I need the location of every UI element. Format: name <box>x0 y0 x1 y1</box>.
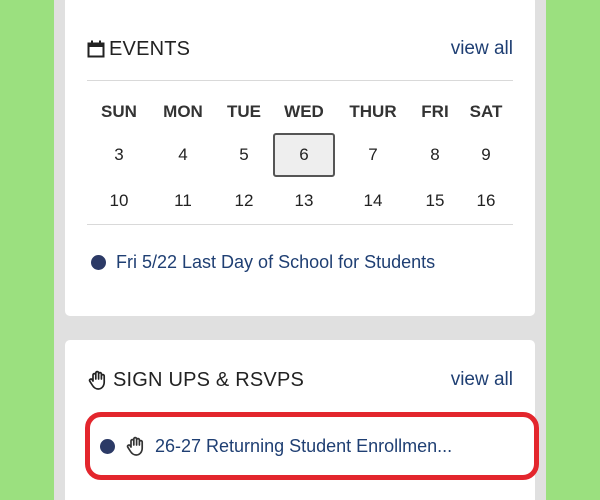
calendar-icon <box>87 40 105 58</box>
signups-header: SIGN UPS & RSVPS view all <box>87 360 513 400</box>
events-view-all-link[interactable]: view all <box>451 38 513 60</box>
day-header-sat: SAT <box>469 102 503 121</box>
calendar-day[interactable]: 13 <box>273 191 335 211</box>
sidebar-column: EVENTS view all SUN MON TUE WED THUR FRI… <box>54 0 546 500</box>
day-header-sun: SUN <box>101 102 137 121</box>
calendar-day[interactable]: 15 <box>411 191 459 211</box>
calendar-week-row-2: 10 11 12 13 14 15 16 <box>87 178 513 224</box>
day-header-mon: MON <box>163 102 203 121</box>
events-title-text: EVENTS <box>109 37 191 60</box>
signups-title-text: SIGN UPS & RSVPS <box>113 368 305 391</box>
day-header-fri: FRI <box>421 102 449 121</box>
calendar-day[interactable]: 8 <box>411 145 459 165</box>
calendar-day[interactable]: 9 <box>459 145 513 165</box>
signup-list-item[interactable]: 26-27 Returning Student Enrollmen... <box>85 412 539 480</box>
signups-view-all-link[interactable]: view all <box>451 369 513 391</box>
calendar-day[interactable]: 12 <box>215 191 273 211</box>
calendar-week: SUN MON TUE WED THUR FRI SAT 3 4 5 6 7 8… <box>87 92 513 224</box>
calendar-day-headers: SUN MON TUE WED THUR FRI SAT <box>87 92 513 132</box>
events-divider-bottom <box>87 224 513 225</box>
events-card: EVENTS view all SUN MON TUE WED THUR FRI… <box>65 0 535 316</box>
calendar-day[interactable]: 3 <box>87 145 151 165</box>
calendar-day[interactable]: 4 <box>151 145 215 165</box>
calendar-day[interactable]: 14 <box>335 191 411 211</box>
calendar-day[interactable]: 5 <box>215 145 273 165</box>
events-header: EVENTS view all <box>87 29 513 69</box>
hand-icon <box>125 435 147 457</box>
day-header-thur: THUR <box>349 102 397 121</box>
calendar-day[interactable]: 10 <box>87 191 151 211</box>
bullet-dot-icon <box>91 255 106 270</box>
events-divider-top <box>87 80 513 81</box>
day-header-wed: WED <box>284 102 324 121</box>
hand-icon <box>87 369 109 391</box>
event-list-item[interactable]: Fri 5/22 Last Day of School for Students <box>91 252 435 273</box>
calendar-day[interactable]: 16 <box>459 191 513 211</box>
events-title: EVENTS <box>87 38 190 61</box>
calendar-day[interactable]: 11 <box>151 191 215 211</box>
signup-item-text: 26-27 Returning Student Enrollmen... <box>155 435 453 456</box>
day-header-tue: TUE <box>227 102 261 121</box>
signups-title: SIGN UPS & RSVPS <box>87 369 304 392</box>
calendar-day-today[interactable]: 6 <box>273 133 335 177</box>
signups-card: SIGN UPS & RSVPS view all 26-27 Returnin… <box>65 340 539 500</box>
calendar-day[interactable]: 7 <box>335 145 411 165</box>
calendar-week-row-1: 3 4 5 6 7 8 9 <box>87 132 513 178</box>
event-item-text: Fri 5/22 Last Day of School for Students <box>116 252 436 272</box>
bullet-dot-icon <box>100 438 115 454</box>
